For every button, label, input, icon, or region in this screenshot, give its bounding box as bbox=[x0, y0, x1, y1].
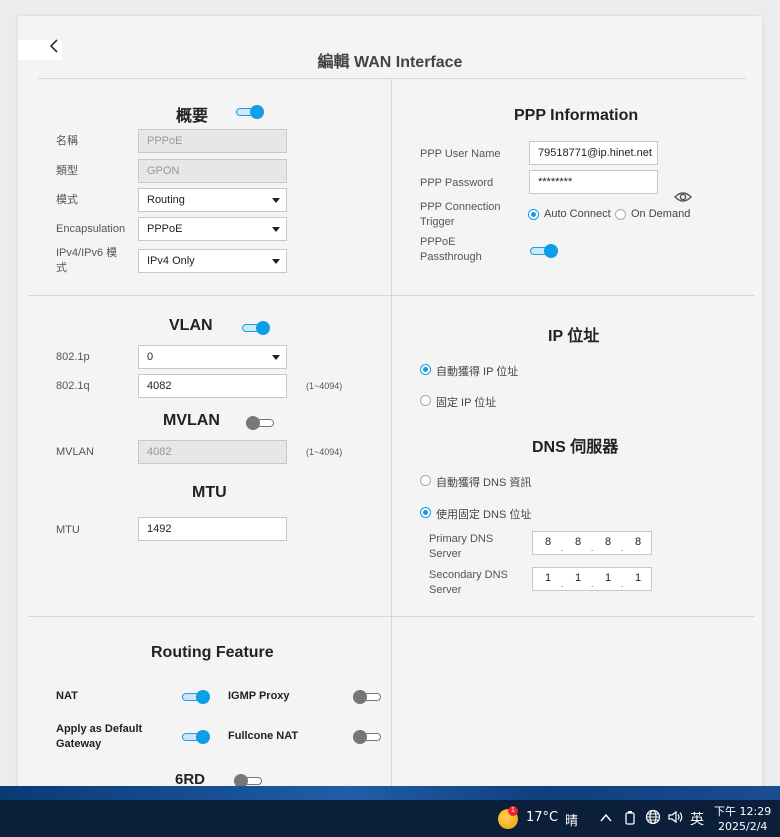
default-gateway-toggle[interactable] bbox=[182, 730, 210, 744]
ip-title: IP 位址 bbox=[548, 328, 600, 345]
primary-dns-octet-2[interactable]: 8 bbox=[571, 536, 585, 548]
default-gateway-label: Apply as Default Gateway bbox=[56, 723, 143, 750]
primary-dns-octet-4[interactable]: 8 bbox=[631, 536, 645, 548]
pppoe-passthrough-label: PPPoE Passthrough bbox=[420, 236, 482, 263]
secondary-dns-input[interactable]: 1. 1. 1. 1 bbox=[532, 567, 652, 591]
dns-static-radio[interactable] bbox=[420, 507, 431, 518]
on-demand-label: On Demand bbox=[631, 208, 691, 220]
dns-auto-radio[interactable] bbox=[420, 475, 431, 486]
mode-value: Routing bbox=[147, 194, 185, 206]
auto-connect-radio[interactable] bbox=[528, 209, 539, 220]
vlan-title: VLAN bbox=[169, 317, 213, 334]
mtu-input[interactable] bbox=[138, 517, 287, 541]
name-label: 名稱 bbox=[56, 135, 78, 147]
mvlan-label: MVLAN bbox=[56, 446, 94, 458]
secondary-dns-octet-2[interactable]: 1 bbox=[571, 572, 585, 584]
igmp-proxy-toggle[interactable] bbox=[353, 690, 381, 704]
show-password-eye-icon[interactable] bbox=[674, 190, 692, 204]
ppp-password-label: PPP Password bbox=[420, 177, 494, 189]
desktop-wallpaper bbox=[0, 786, 780, 800]
overview-enable-toggle[interactable] bbox=[236, 105, 264, 119]
fullcone-nat-label: Fullcone NAT bbox=[228, 730, 299, 742]
weather-badge: 1 bbox=[508, 806, 518, 816]
ip-auto-label: 自動獲得 IP 位址 bbox=[436, 366, 519, 378]
mvlan-hint: (1~4094) bbox=[306, 447, 343, 457]
mode-select[interactable]: Routing bbox=[138, 188, 287, 212]
weather-temp[interactable]: 17°C bbox=[526, 810, 558, 825]
encapsulation-select[interactable]: PPPoE bbox=[138, 217, 287, 241]
primary-dns-label: Primary DNS Server bbox=[429, 533, 494, 560]
igmp-proxy-label: IGMP Proxy bbox=[228, 690, 290, 702]
ppp-password-input[interactable]: ******** bbox=[529, 170, 658, 194]
nat-label: NAT bbox=[56, 690, 78, 702]
mvlan-field: 4082 bbox=[138, 440, 287, 464]
battery-icon[interactable] bbox=[624, 810, 636, 830]
vlan-8021q-input[interactable] bbox=[138, 374, 287, 398]
type-field: GPON bbox=[138, 159, 287, 183]
secondary-dns-octet-1[interactable]: 1 bbox=[541, 572, 555, 584]
ppp-title: PPP Information bbox=[514, 107, 639, 124]
dns-auto-label: 自動獲得 DNS 資訊 bbox=[436, 477, 532, 489]
mvlan-title: MVLAN bbox=[163, 412, 220, 429]
type-label: 類型 bbox=[56, 165, 78, 177]
vlan-8021q-label: 802.1q bbox=[56, 380, 90, 392]
secondary-dns-label: Secondary DNS Server bbox=[429, 569, 508, 596]
ime-indicator[interactable]: 英 bbox=[690, 809, 704, 829]
vlan-8021q-hint: (1~4094) bbox=[306, 381, 343, 391]
ppp-trigger-label: PPP Connection Trigger bbox=[420, 201, 501, 228]
dns-title: DNS 伺服器 bbox=[532, 439, 619, 456]
mode-label: 模式 bbox=[56, 194, 78, 206]
overview-title: 概要 bbox=[176, 108, 209, 125]
mvlan-enable-toggle[interactable] bbox=[246, 416, 274, 430]
vlan-8021p-value: 0 bbox=[147, 351, 154, 363]
ip-static-label: 固定 IP 位址 bbox=[436, 397, 497, 409]
pppoe-passthrough-toggle[interactable] bbox=[530, 244, 558, 258]
primary-dns-input[interactable]: 8. 8. 8. 8 bbox=[532, 531, 652, 555]
primary-dns-octet-3[interactable]: 8 bbox=[601, 536, 615, 548]
encapsulation-label: Encapsulation bbox=[56, 223, 126, 235]
on-demand-radio[interactable] bbox=[615, 209, 626, 220]
taskbar: 1 17°C 晴 英 下午 12:29 2025/2/4 bbox=[0, 800, 780, 837]
ip-auto-radio[interactable] bbox=[420, 364, 431, 375]
auto-connect-label: Auto Connect bbox=[544, 208, 611, 220]
ipv-mode-select[interactable]: IPv4 Only bbox=[138, 249, 287, 273]
ipv-mode-value: IPv4 Only bbox=[147, 255, 195, 267]
wan-edit-page: 編輯 WAN Interface 概要 名稱 PPPoE 類型 GPON 模式 … bbox=[18, 16, 762, 790]
nat-toggle[interactable] bbox=[182, 690, 210, 704]
mtu-label: MTU bbox=[56, 524, 80, 536]
ppp-user-input[interactable] bbox=[529, 141, 658, 165]
chevron-up-icon[interactable] bbox=[600, 810, 612, 829]
fullcone-nat-toggle[interactable] bbox=[353, 730, 381, 744]
mtu-title: MTU bbox=[192, 484, 227, 501]
globe-network-icon[interactable] bbox=[645, 809, 661, 829]
secondary-dns-octet-3[interactable]: 1 bbox=[601, 572, 615, 584]
clock-date[interactable]: 2025/2/4 bbox=[718, 820, 767, 833]
vlan-8021p-select[interactable]: 0 bbox=[138, 345, 287, 369]
routing-title: Routing Feature bbox=[151, 644, 274, 661]
secondary-dns-octet-4[interactable]: 1 bbox=[631, 572, 645, 584]
dns-static-label: 使用固定 DNS 位址 bbox=[436, 509, 532, 521]
vlan-enable-toggle[interactable] bbox=[242, 321, 270, 335]
ppp-user-label: PPP User Name bbox=[420, 148, 501, 160]
clock-time[interactable]: 下午 12:29 bbox=[714, 803, 771, 819]
vlan-8021p-label: 802.1p bbox=[56, 351, 90, 363]
ip-static-radio[interactable] bbox=[420, 395, 431, 406]
encapsulation-value: PPPoE bbox=[147, 223, 183, 235]
ipv-mode-label: IPv4/IPv6 模式 bbox=[56, 247, 118, 274]
primary-dns-octet-1[interactable]: 8 bbox=[541, 536, 555, 548]
name-field: PPPoE bbox=[138, 129, 287, 153]
weather-condition[interactable]: 晴 bbox=[565, 810, 578, 829]
page-title: 編輯 WAN Interface bbox=[317, 54, 463, 71]
speaker-volume-icon[interactable] bbox=[667, 809, 685, 829]
